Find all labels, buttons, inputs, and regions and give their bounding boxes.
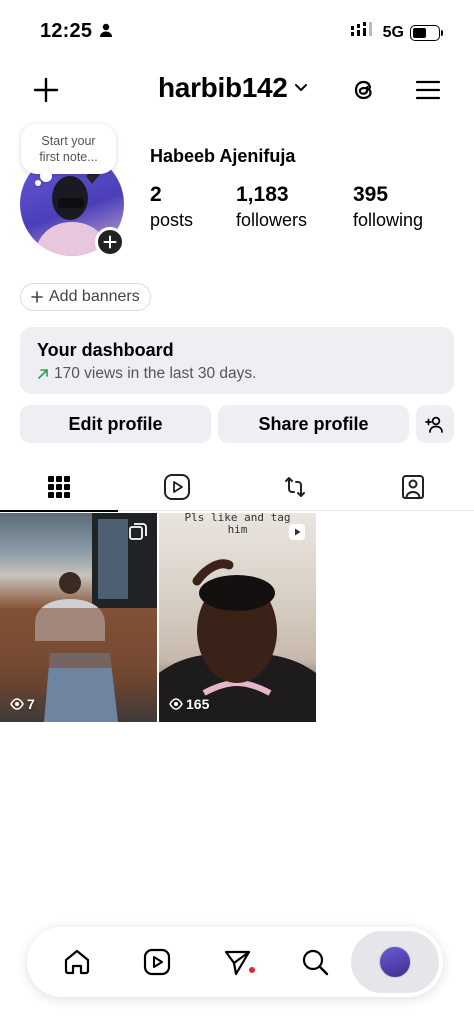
- battery-icon: [410, 24, 443, 41]
- profile-header: harbib142: [0, 66, 474, 110]
- status-indicators: 5G: [350, 22, 443, 43]
- eye-icon: [10, 698, 24, 710]
- reels-icon: [143, 948, 171, 976]
- tab-tagged[interactable]: [354, 463, 472, 511]
- bottom-nav: [27, 927, 443, 997]
- tagged-person-icon: [402, 475, 424, 499]
- note-line-1: Start your: [41, 134, 96, 148]
- notification-dot: [249, 967, 255, 973]
- signal-icon: [350, 22, 375, 43]
- carousel-icon: [129, 523, 147, 546]
- posts-count: 2: [150, 183, 162, 206]
- status-time: 12:25: [40, 20, 93, 42]
- post-views: 7: [10, 696, 35, 712]
- plus-icon: [31, 291, 43, 303]
- add-person-icon: [425, 416, 443, 433]
- posts-label: posts: [150, 210, 194, 230]
- nav-messages[interactable]: [197, 927, 277, 997]
- plus-icon: [33, 77, 59, 103]
- search-icon: [302, 949, 329, 976]
- discover-people-button[interactable]: [416, 405, 454, 443]
- account-switcher[interactable]: harbib142: [158, 72, 308, 104]
- followers-label: followers: [236, 210, 308, 230]
- nav-reels[interactable]: [117, 927, 197, 997]
- full-name: Habeeb Ajenifuja: [150, 146, 296, 166]
- dashboard-subtitle: 170 views in the last 30 days.: [54, 365, 257, 382]
- dashboard-card[interactable]: Your dashboard 170 views in the last 30 …: [20, 327, 454, 394]
- nav-profile[interactable]: [351, 931, 439, 993]
- hamburger-icon: [415, 80, 441, 100]
- post-views: 165: [169, 696, 209, 712]
- create-button[interactable]: [26, 70, 66, 110]
- post-tile[interactable]: 7: [0, 513, 157, 722]
- dashboard-subtitle-row: 170 views in the last 30 days.: [37, 365, 437, 383]
- chevron-down-icon: [294, 84, 307, 91]
- profile-tabs: [0, 463, 474, 512]
- posts-stat[interactable]: 2 posts: [150, 182, 193, 232]
- followers-count: 1,183: [236, 183, 289, 206]
- threads-button[interactable]: [344, 70, 384, 110]
- share-profile-button[interactable]: Share profile: [218, 405, 409, 443]
- edit-profile-label: Edit profile: [68, 413, 163, 434]
- username: harbib142: [158, 72, 288, 103]
- add-banners-button[interactable]: Add banners: [20, 283, 151, 311]
- trend-up-arrow-icon: [38, 369, 48, 379]
- grid-icon: [48, 476, 70, 498]
- note-bubble-tail: [40, 170, 52, 182]
- status-bar: 12:25 5G: [0, 0, 474, 60]
- direct-message-icon: [224, 950, 251, 976]
- threads-icon: [354, 80, 372, 100]
- reel-icon: [288, 523, 306, 546]
- eye-icon: [169, 698, 183, 710]
- home-icon: [64, 949, 90, 975]
- repost-icon: [285, 477, 305, 497]
- nav-profile-avatar: [379, 946, 411, 978]
- note-bubble-tail-small: [35, 180, 41, 186]
- note-line-2: first note...: [39, 150, 98, 164]
- person-icon: [99, 23, 113, 42]
- dashboard-title: Your dashboard: [37, 340, 174, 360]
- post-views-count: 165: [186, 696, 210, 712]
- edit-profile-button[interactable]: Edit profile: [20, 405, 211, 443]
- share-profile-label: Share profile: [258, 413, 369, 434]
- nav-search[interactable]: [275, 927, 355, 997]
- note-bubble[interactable]: Start your first note...: [21, 124, 116, 174]
- plus-icon: [103, 235, 117, 249]
- following-stat[interactable]: 395 following: [353, 182, 423, 232]
- reels-icon: [164, 474, 190, 500]
- post-views-count: 7: [27, 696, 35, 712]
- followers-stat[interactable]: 1,183 followers: [236, 182, 307, 232]
- tab-reels[interactable]: [118, 463, 236, 511]
- active-tab-indicator: [0, 510, 118, 512]
- nav-home[interactable]: [37, 927, 117, 997]
- following-label: following: [353, 210, 424, 230]
- add-banners-label: Add banners: [49, 288, 140, 305]
- post-tile[interactable]: Pls like and tag him 165: [159, 513, 316, 722]
- menu-button[interactable]: [408, 70, 448, 110]
- tab-reposts[interactable]: [236, 463, 354, 511]
- following-count: 395: [353, 183, 389, 206]
- tab-posts-grid[interactable]: [0, 463, 118, 512]
- add-story-button[interactable]: [95, 227, 125, 257]
- network-label: 5G: [382, 23, 404, 41]
- battery-level: [413, 27, 427, 38]
